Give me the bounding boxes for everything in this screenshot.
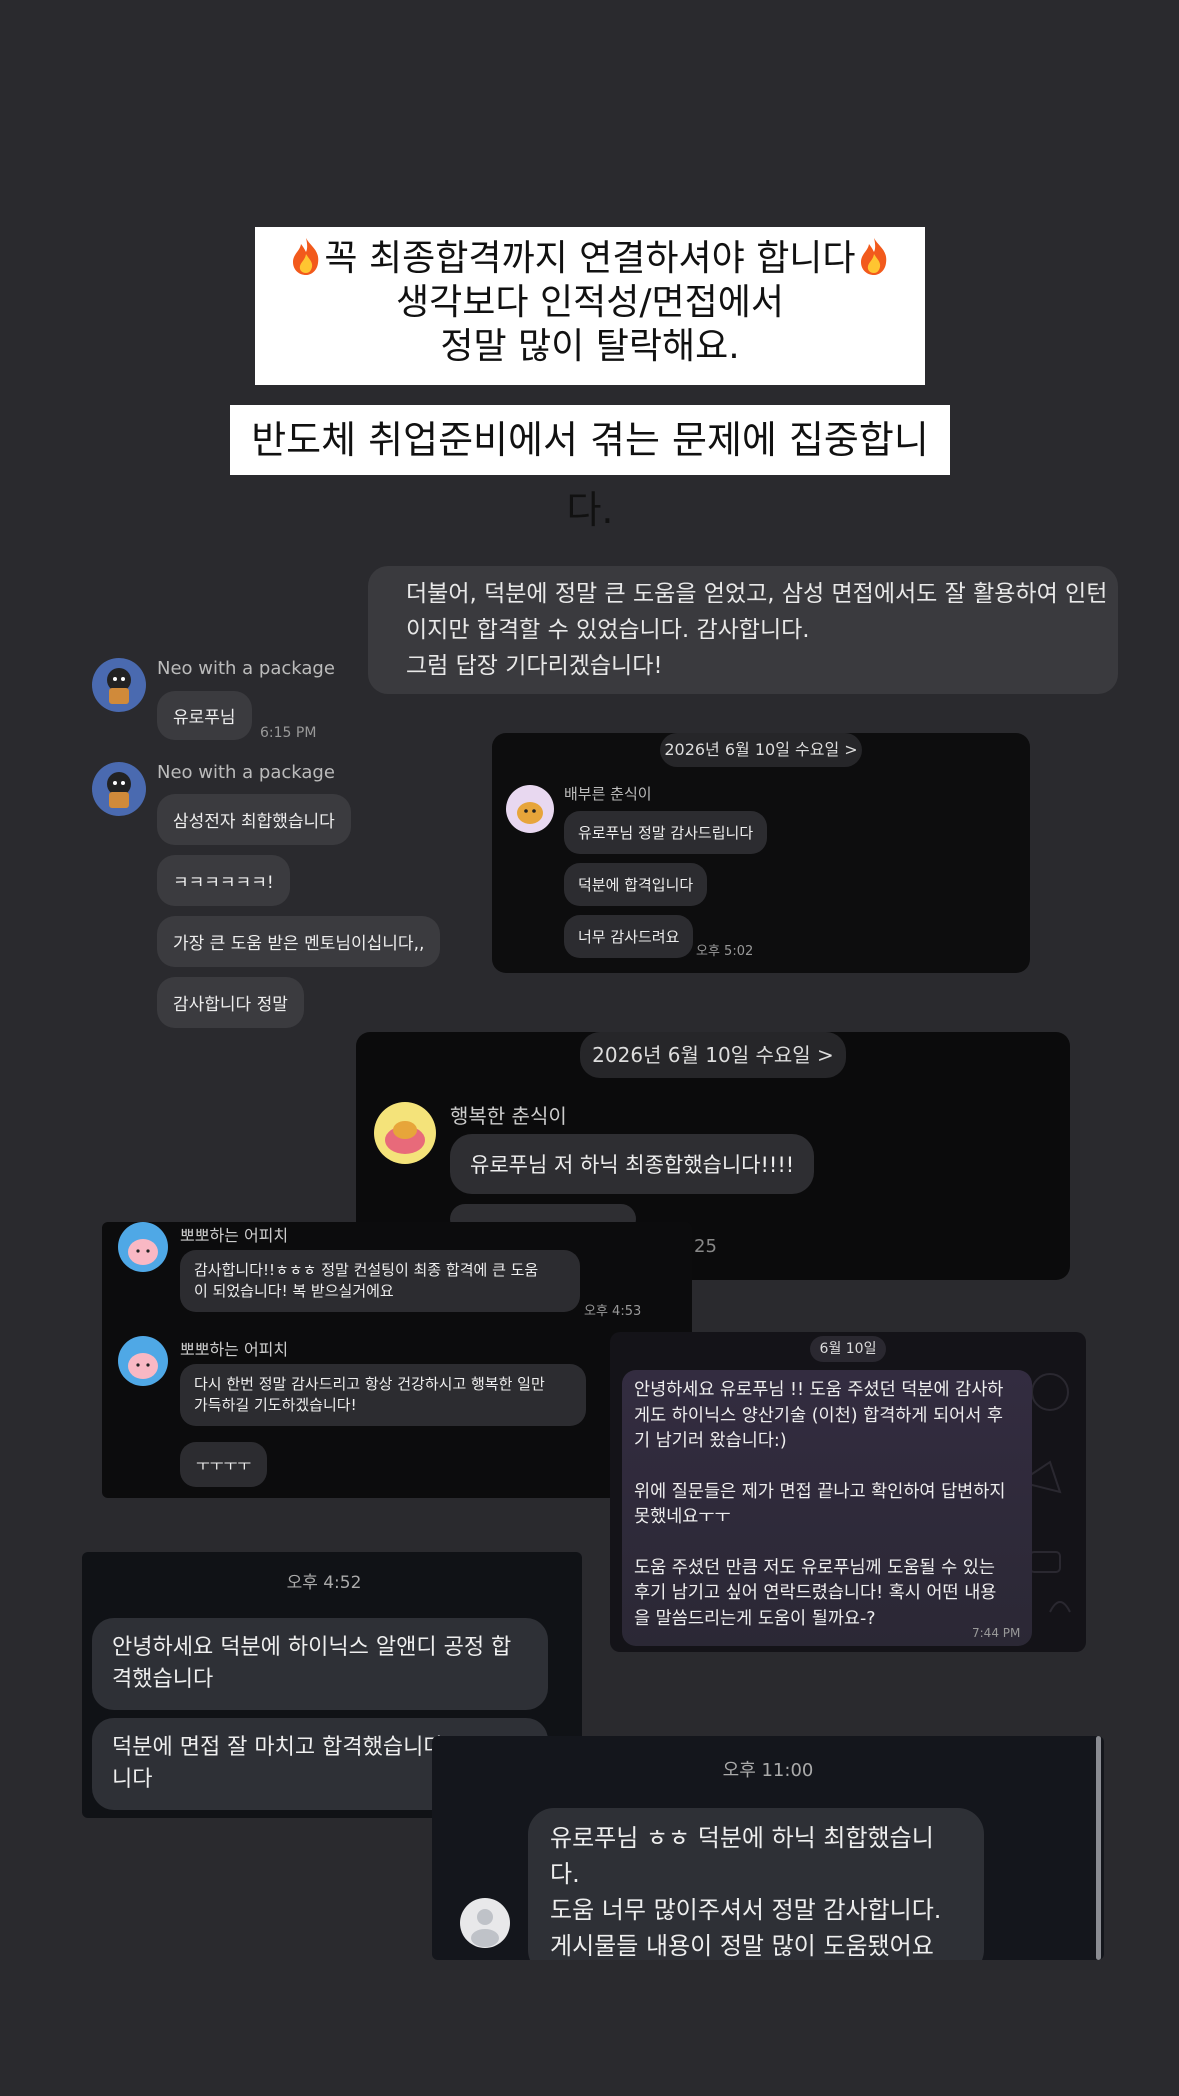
apeach-message: 다시 한번 정말 감사드리고 항상 건강하시고 행복한 일만 가득하길 기도하겠…	[180, 1364, 586, 1426]
scrollbar[interactable]	[1096, 1736, 1101, 1960]
telegram-message-line: 후기 남기고 싶어 연락드렸습니다! 혹시 어떤 내용	[634, 1583, 997, 1603]
telegram-message-line: 게도 하이닉스 양산기술 (이천) 합격하게 되어서 후	[634, 1405, 1004, 1426]
neo-message: 유로푸님	[157, 691, 252, 740]
neo-message: ㅋㅋㅋㅋㅋㅋ!	[157, 855, 290, 906]
top-message-line1: 더불어, 덕분에 정말 큰 도움을 얻었고, 삼성 면접에서도 잘 활용하여 인…	[406, 581, 1108, 607]
neo-message: 가장 큰 도움 받은 멘토님이십니다,,	[157, 916, 441, 967]
top-message-bubble: 더불어, 덕분에 정말 큰 도움을 얻었고, 삼성 면접에서도 잘 활용하여 인…	[368, 566, 1118, 694]
apeach-sender-name: 뽀뽀하는 어피치	[180, 1340, 289, 1359]
choonsik-message: 너무 감사드려요	[564, 915, 694, 958]
neo-message: 삼성전자 최합했습니다	[157, 794, 351, 845]
telegram-message-line: 기 남기러 왔습니다:)	[634, 1431, 787, 1451]
last-message-line: 유로푸님 ㅎㅎ 덕분에 하닉 최합했습니다.	[550, 1824, 934, 1888]
happy-choonsik-time: 25	[694, 1236, 717, 1257]
choonsik-message: 덕분에 합격입니다	[564, 863, 708, 906]
chat-panel-apeach: 뽀뽀하는 어피치 감사합니다!!ㅎㅎㅎ 정말 컨설팅이 최종 합격에 큰 도움 …	[102, 1222, 692, 1498]
chat-panel-telegram: 6월 10일 안녕하세요 유로푸님 !! 도움 주셨던 덕분에 감사하 게도 하…	[610, 1332, 1086, 1652]
last-message: 유로푸님 ㅎㅎ 덕분에 하닉 최합했습니다. 도움 너무 많이주셔서 정말 감사…	[528, 1808, 984, 1960]
choonsik-message: 유로푸님 정말 감사드립니다	[564, 811, 768, 854]
default-avatar[interactable]	[460, 1898, 510, 1948]
neo-sender-name: Neo with a package	[157, 658, 335, 679]
apeach-message: 감사합니다!!ㅎㅎㅎ 정말 컨설팅이 최종 합격에 큰 도움 이 되었습니다! …	[180, 1250, 580, 1312]
chat-panel-last: 오후 11:00 유로푸님 ㅎㅎ 덕분에 하닉 최합했습니다. 도움 너무 많이…	[432, 1736, 1104, 1960]
hynix-message-line: 안녕하세요 덕분에 하이닉스 알앤디 공정 합	[112, 1635, 512, 1660]
date-divider: 6월 10일	[810, 1336, 886, 1362]
telegram-message-line: 못했네요ㅜㅜ	[634, 1507, 731, 1527]
hynix-time: 오후 4:52	[286, 1573, 362, 1593]
choonsik-time: 오후 5:02	[696, 944, 754, 959]
headline-line2: 생각보다 인적성/면접에서	[396, 282, 784, 323]
fire-icon	[856, 236, 892, 276]
chat-panel-choonsik: 2026년 6월 10일 수요일 > 배부른 춘식이 유로푸님 정말 감사드립니…	[492, 733, 1030, 973]
hynix-message-line: 격했습니다	[112, 1667, 214, 1692]
neo-time: 6:15 PM	[260, 725, 317, 741]
headline-banner: 꼭 최종합격까지 연결하셔야 합니다 생각보다 인적성/면접에서 정말 많이 탈…	[255, 227, 925, 385]
telegram-time: 7:44 PM	[972, 1626, 1021, 1640]
happy-choonsik-message: 유로푸님 저 하닉 최종합했습니다!!!!	[450, 1134, 815, 1194]
last-time: 오후 11:00	[722, 1760, 814, 1781]
apeach-message-line: 감사합니다!!ㅎㅎㅎ 정말 컨설팅이 최종 합격에 큰 도움	[194, 1261, 539, 1279]
choonsik-sender-name: 배부른 춘식이	[564, 785, 652, 803]
fire-icon	[288, 236, 324, 276]
focus-banner: 반도체 취업준비에서 겪는 문제에 집중합니다.	[230, 405, 950, 532]
last-message-line: 게시물들 내용이 정말 많이 도움됐어요	[550, 1932, 934, 1960]
telegram-message-line: 위에 질문들은 제가 면접 끝나고 확인하여 답변하지	[634, 1481, 1006, 1502]
neo-message: 감사합니다 정말	[157, 977, 304, 1028]
neo-avatar[interactable]	[92, 762, 146, 816]
apeach-time: 오후 4:53	[584, 1304, 642, 1319]
headline-line3: 정말 많이 탈락해요.	[440, 326, 740, 367]
apeach-message: ㅜㅜㅜㅜ	[180, 1442, 268, 1487]
apeach-message-line: 이 되었습니다! 복 받으실거에요	[194, 1282, 394, 1300]
headline-line1: 꼭 최종합격까지 연결하셔야 합니다	[324, 238, 856, 279]
apeach-message-line: 다시 한번 정말 감사드리고 항상 건강하시고 행복한 일만	[194, 1375, 545, 1393]
telegram-message: 안녕하세요 유로푸님 !! 도움 주셨던 덕분에 감사하 게도 하이닉스 양산기…	[622, 1370, 1032, 1646]
hynix-message: 안녕하세요 덕분에 하이닉스 알앤디 공정 합 격했습니다	[92, 1618, 548, 1710]
last-message-line: 도움 너무 많이주셔서 정말 감사합니다.	[550, 1896, 942, 1924]
top-message-line3: 그럼 답장 기다리겠습니다!	[406, 653, 663, 679]
apeach-sender-name: 뽀뽀하는 어피치	[180, 1226, 289, 1245]
apeach-message-line: 가득하길 기도하겠습니다!	[194, 1396, 357, 1414]
telegram-message-line: 도움 주셨던 만큼 저도 유로푸님께 도움될 수 있는	[634, 1557, 995, 1578]
neo-sender-name: Neo with a package	[157, 762, 335, 783]
neo-avatar[interactable]	[92, 658, 146, 712]
telegram-message-line: 안녕하세요 유로푸님 !! 도움 주셨던 덕분에 감사하	[634, 1380, 1004, 1400]
apeach-avatar[interactable]	[118, 1336, 168, 1386]
apeach-avatar[interactable]	[118, 1222, 168, 1272]
telegram-message-line: 을 말씀드리는게 도움이 될까요-?	[634, 1608, 876, 1629]
happy-choonsik-sender-name: 행복한 춘식이	[450, 1104, 567, 1128]
date-divider: 2026년 6월 10일 수요일 >	[580, 1032, 846, 1078]
top-message-line2: 이지만 합격할 수 있었습니다. 감사합니다.	[406, 617, 810, 643]
date-divider: 2026년 6월 10일 수요일 >	[660, 733, 862, 767]
happy-choonsik-avatar[interactable]	[374, 1102, 436, 1164]
choonsik-avatar[interactable]	[506, 785, 554, 833]
